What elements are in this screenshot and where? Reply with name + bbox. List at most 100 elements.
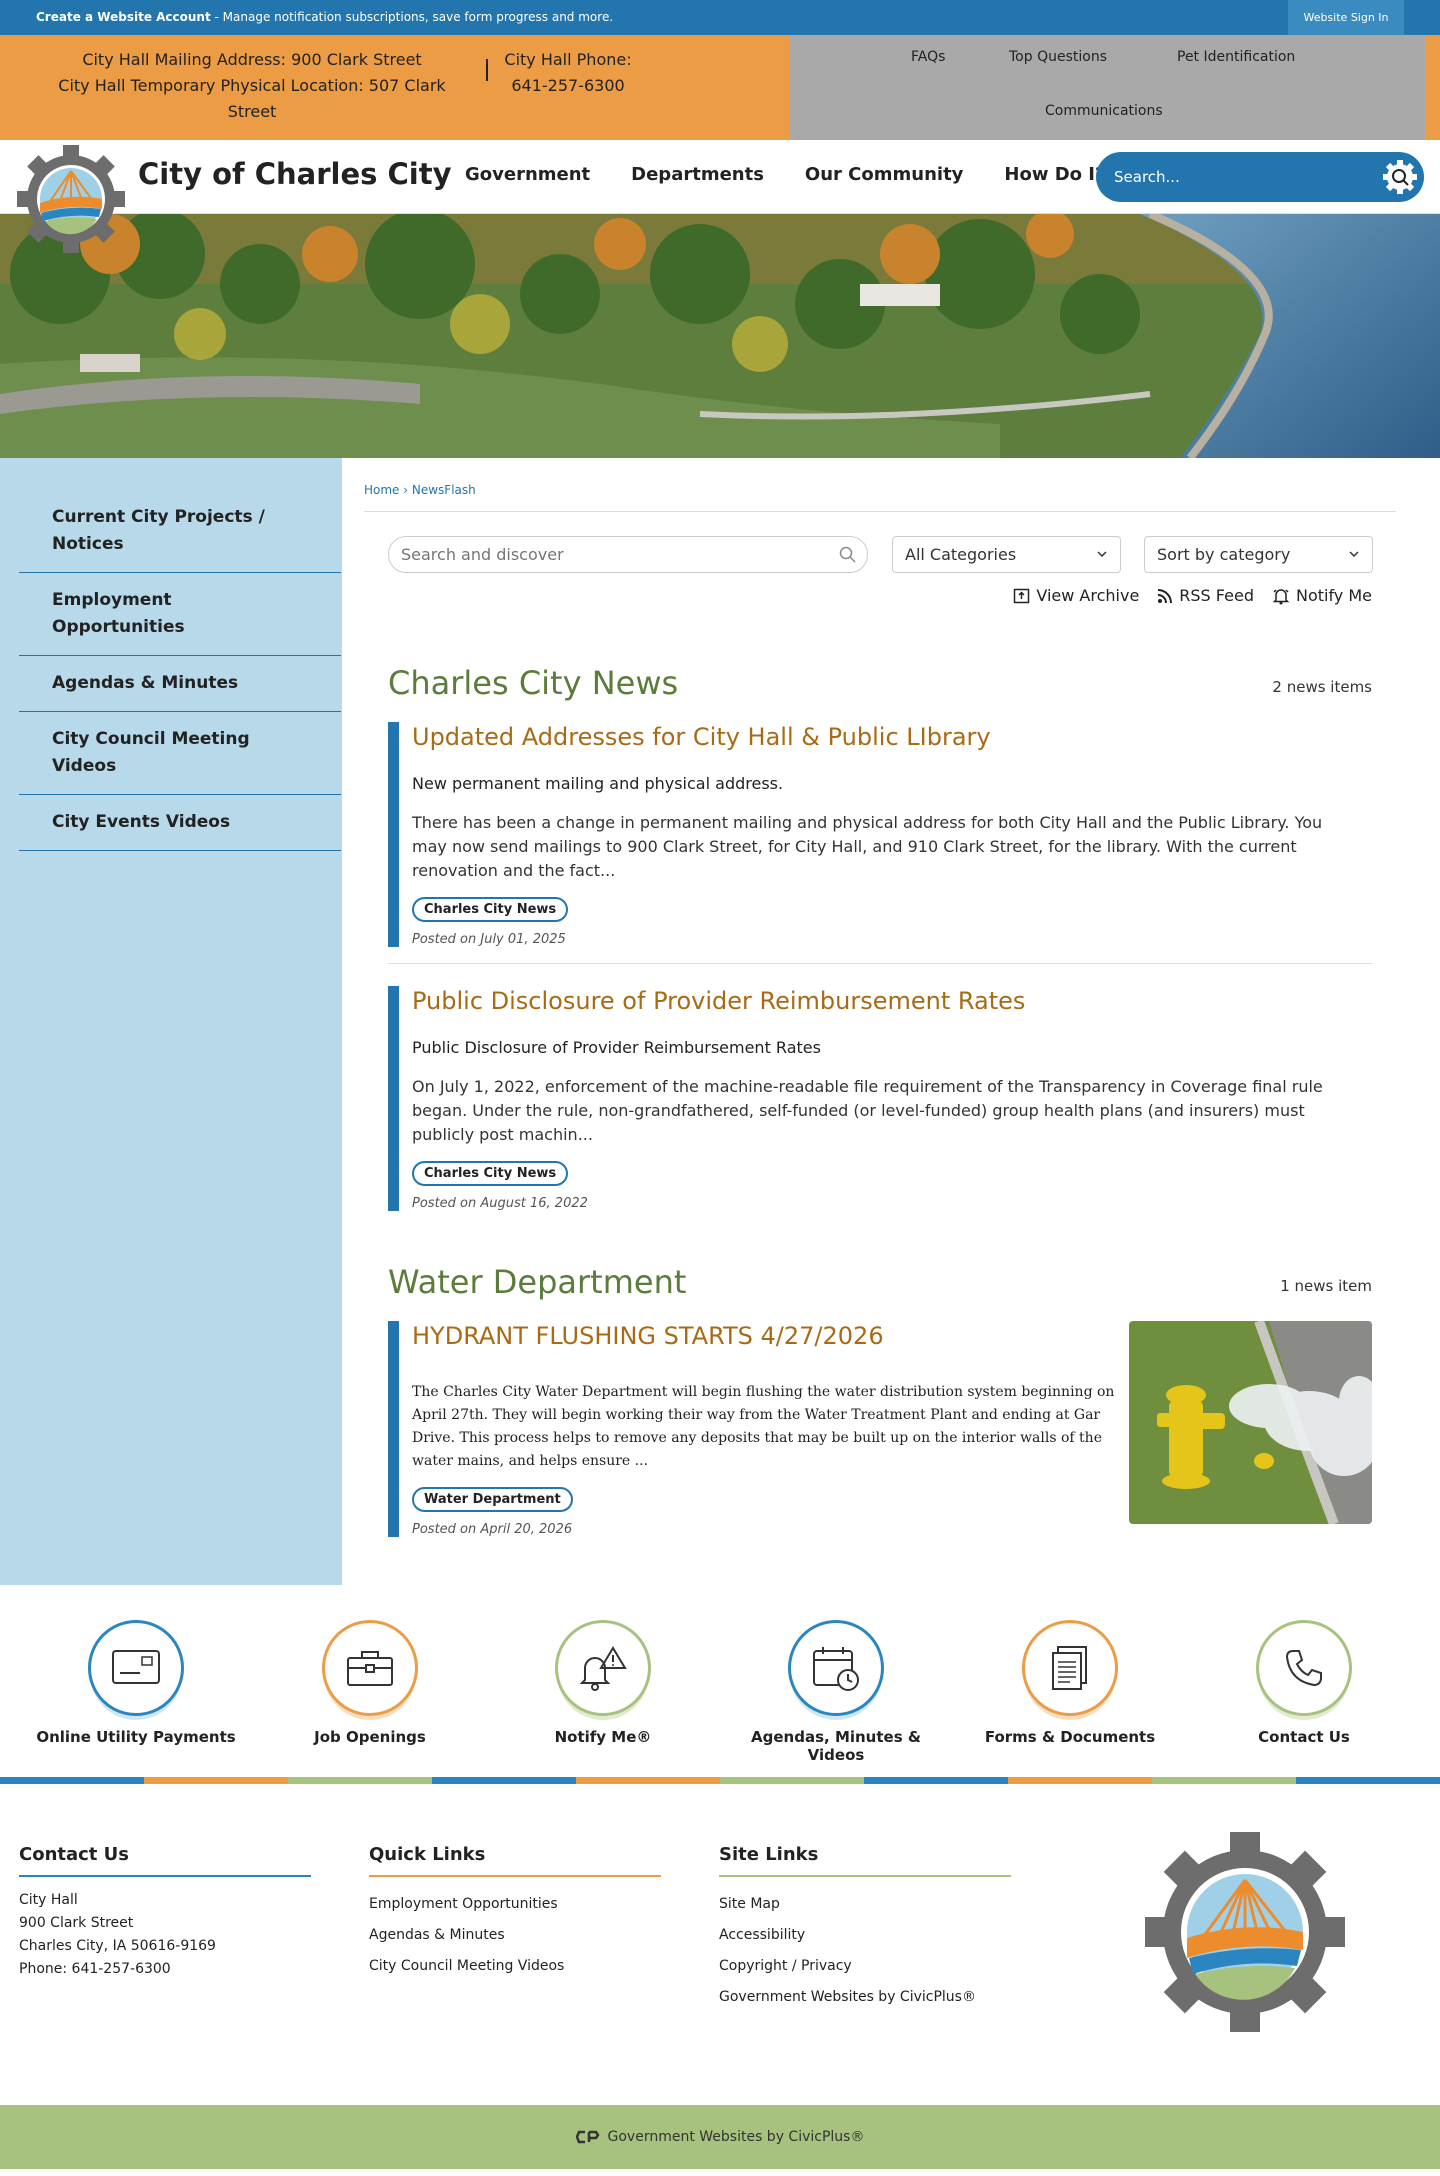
news-item-teaser: New permanent mailing and physical addre… (412, 774, 784, 793)
category-select[interactable]: All Categories (892, 536, 1121, 573)
news-item-title[interactable]: Updated Addresses for City Hall & Public… (412, 722, 1372, 752)
quick-link-forms[interactable]: Forms & Documents (960, 1620, 1180, 1746)
footer-link[interactable]: Agendas & Minutes (369, 1920, 661, 1951)
sidebar-item-employment[interactable]: Employment Opportunities (19, 573, 341, 656)
sort-select[interactable]: Sort by category (1144, 536, 1373, 573)
news-item-title[interactable]: Public Disclosure of Provider Reimbursem… (412, 986, 1372, 1016)
address-block: City Hall Mailing Address: 900 Clark Str… (32, 47, 472, 125)
utility-link-faqs[interactable]: FAQs (911, 49, 945, 65)
create-account-message[interactable]: Create a Website Account - Manage notifi… (36, 10, 613, 24)
utility-link-pet-identification[interactable]: Pet Identification (1177, 49, 1295, 65)
section-title[interactable]: Charles City News (388, 664, 678, 702)
archive-icon (1014, 588, 1030, 604)
civicplus-icon (575, 2130, 600, 2144)
site-title[interactable]: City of Charles City (138, 157, 451, 191)
quick-links-bar: Online Utility Payments Job Openings Not… (0, 1585, 1440, 1777)
section-count: 1 news item (1280, 1277, 1372, 1295)
news-search-input[interactable] (401, 545, 821, 564)
site-header: City of Charles City Government Departme… (0, 140, 1440, 253)
sort-select-value: Sort by category (1157, 545, 1291, 564)
mailing-address: City Hall Mailing Address: 900 Clark Str… (82, 50, 422, 69)
footer-contact: Contact Us City Hall 900 Clark Street Ch… (19, 1844, 311, 1981)
quick-link-label: Agendas, Minutes & Videos (751, 1728, 921, 1764)
footer-site-links: Site Links Site Map Accessibility Copyri… (719, 1844, 1011, 2013)
news-item: HYDRANT FLUSHING STARTS 4/27/2026 The Ch… (388, 1321, 1372, 1537)
create-account-link[interactable]: Create a Website Account (36, 10, 211, 24)
breadcrumb-separator: › (399, 483, 412, 497)
phone-number[interactable]: 641-257-6300 (500, 73, 636, 99)
footer-contact-line: Charles City, IA 50616-9169 (19, 1938, 216, 1954)
sidebar-item-council-videos[interactable]: City Council Meeting Videos (19, 712, 341, 795)
sidebar: Current City Projects / Notices Employme… (0, 458, 342, 1585)
news-divider (388, 963, 1372, 964)
news-item-body: There has been a change in permanent mai… (412, 813, 1323, 880)
section-count: 2 news items (1272, 678, 1372, 696)
news-item-category-tag[interactable]: Charles City News (412, 1161, 569, 1186)
breadcrumb-current[interactable]: NewsFlash (412, 483, 476, 497)
footer-city-logo[interactable] (1145, 1832, 1345, 2032)
site-search (1096, 152, 1424, 202)
website-sign-in-button[interactable]: Website Sign In (1288, 0, 1404, 35)
news-item-body: On July 1, 2022, enforcement of the mach… (412, 1077, 1323, 1144)
footer-link[interactable]: Employment Opportunities (369, 1889, 661, 1920)
footer-link[interactable]: Government Websites by CivicPlus® (719, 1982, 1011, 2013)
quick-link-label: Online Utility Payments (36, 1728, 236, 1746)
breadcrumb-home[interactable]: Home (364, 483, 399, 497)
notify-me-link[interactable]: Notify Me (1272, 586, 1372, 605)
news-item-teaser: Public Disclosure of Provider Reimbursem… (412, 1038, 821, 1057)
rss-feed-label: RSS Feed (1179, 586, 1254, 605)
site-search-input[interactable] (1114, 164, 1364, 190)
sidebar-item-agendas[interactable]: Agendas & Minutes (19, 656, 341, 712)
quick-link-utility-payments[interactable]: Online Utility Payments (26, 1620, 246, 1746)
bell-icon (1272, 588, 1290, 604)
footer-link[interactable]: Site Map (719, 1889, 1011, 1920)
city-hall-info-band: City Hall Mailing Address: 900 Clark Str… (0, 35, 1440, 140)
quick-link-notify-me[interactable]: Notify Me® (493, 1620, 713, 1746)
documents-icon (1022, 1620, 1118, 1716)
utility-link-communications[interactable]: Communications (1045, 103, 1163, 119)
bell-alert-icon (555, 1620, 651, 1716)
utility-link-top-questions[interactable]: Top Questions (1009, 49, 1107, 65)
nav-departments[interactable]: Departments (631, 164, 764, 185)
quick-link-contact-us[interactable]: Contact Us (1194, 1620, 1414, 1746)
section-header: Charles City News 2 news items (388, 664, 1372, 714)
footer-link[interactable]: Copyright / Privacy (719, 1951, 1011, 1982)
magnifier-icon[interactable] (839, 546, 857, 564)
hydrant-photo[interactable] (1129, 1321, 1372, 1524)
news-item-category-tag[interactable]: Charles City News (412, 897, 569, 922)
news-item-category-tag[interactable]: Water Department (412, 1487, 573, 1512)
news-item-date: Posted on July 01, 2025 (412, 932, 566, 947)
quick-link-label: Contact Us (1258, 1728, 1350, 1746)
sidebar-item-city-projects[interactable]: Current City Projects / Notices (19, 490, 341, 573)
news-section-water-department: Water Department 1 news item HYDRANT FLU… (388, 1263, 1372, 1537)
top-account-bar: Create a Website Account - Manage notifi… (0, 0, 1440, 35)
footer-link[interactable]: Accessibility (719, 1920, 1011, 1951)
hero-landscape (0, 214, 1440, 458)
rss-icon (1158, 588, 1173, 603)
search-icon[interactable] (1382, 159, 1418, 195)
view-archive-link[interactable]: View Archive (1013, 586, 1139, 605)
section-header: Water Department 1 news item (388, 1263, 1372, 1313)
news-item-body: The Charles City Water Department will b… (412, 1384, 1115, 1469)
civicplus-link[interactable]: Government Websites by CivicPlus® (608, 2129, 865, 2145)
hero-image (0, 214, 1440, 458)
rss-feed-link[interactable]: RSS Feed (1157, 586, 1254, 605)
nav-how-do-i[interactable]: How Do I? (1004, 164, 1105, 185)
footer-heading: Site Links (719, 1844, 1011, 1877)
section-title[interactable]: Water Department (388, 1263, 686, 1301)
card-icon (88, 1620, 184, 1716)
sidebar-menu: Current City Projects / Notices Employme… (19, 490, 341, 851)
footer-quick-links: Quick Links Employment Opportunities Age… (369, 1844, 661, 1982)
utility-links: FAQs Top Questions Pet Identification Co… (790, 35, 1425, 140)
quick-link-job-openings[interactable]: Job Openings (260, 1620, 480, 1746)
quick-link-label: Forms & Documents (984, 1728, 1156, 1746)
city-logo[interactable] (16, 144, 126, 254)
footer-link[interactable]: City Council Meeting Videos (369, 1951, 661, 1982)
news-item-date: Posted on August 16, 2022 (412, 1196, 588, 1211)
nav-our-community[interactable]: Our Community (805, 164, 963, 185)
nav-government[interactable]: Government (465, 164, 590, 185)
quick-link-agendas[interactable]: Agendas, Minutes & Videos (726, 1620, 946, 1764)
sidebar-item-events-videos[interactable]: City Events Videos (19, 795, 341, 851)
address-panel: City Hall Mailing Address: 900 Clark Str… (0, 35, 790, 140)
category-select-value: All Categories (905, 545, 1017, 564)
